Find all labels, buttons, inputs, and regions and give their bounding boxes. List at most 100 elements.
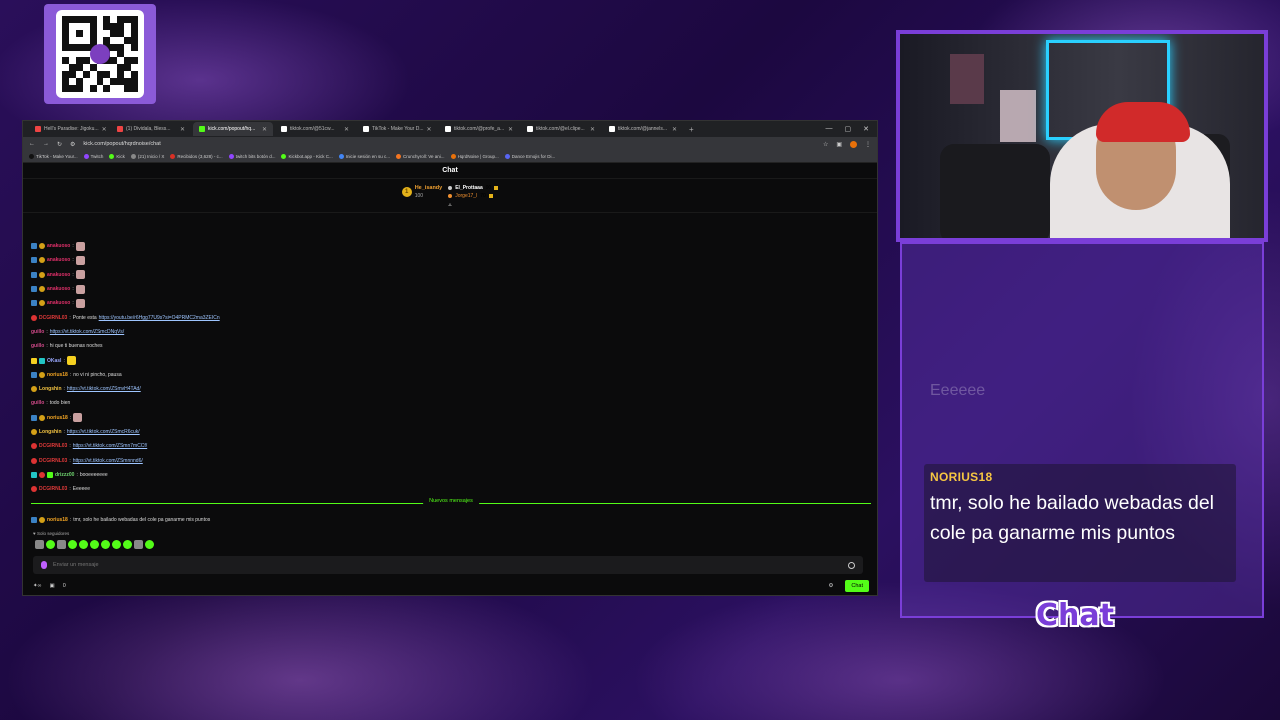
browser-tab[interactable]: tiktok.com/@profe_a... ✕ <box>439 122 519 136</box>
bookmark-item[interactable]: Recibidos (3,628) - c... <box>170 154 223 159</box>
emote-icon[interactable] <box>90 540 99 549</box>
tab-close-icon[interactable]: ✕ <box>590 126 595 133</box>
message-username[interactable]: OKasl <box>47 358 61 364</box>
emote-icon <box>73 413 83 423</box>
chat-message: norius18: no vi ni pincho, pausa <box>31 368 871 382</box>
tab-close-icon[interactable]: ✕ <box>102 126 107 133</box>
tab-close-icon[interactable]: ✕ <box>508 126 513 133</box>
emote-icon[interactable] <box>112 540 121 549</box>
reload-icon[interactable]: ↻ <box>57 141 62 148</box>
send-chat-button[interactable]: Chat <box>845 580 869 592</box>
top-gifter-name[interactable]: He_isandy <box>415 185 443 191</box>
browser-tab[interactable]: (1) Dividala, Bless... ✕ <box>111 122 191 136</box>
emoji-picker-icon[interactable] <box>848 561 855 569</box>
maximize-icon[interactable]: ▢ <box>845 125 852 133</box>
bookmark-item[interactable]: Inicie sesión en su c... <box>338 154 390 159</box>
emote-icon[interactable] <box>101 540 110 549</box>
tab-close-icon[interactable]: ✕ <box>427 126 432 133</box>
message-input-box[interactable] <box>33 556 863 574</box>
bookmark-item[interactable]: twitch bits botón d... <box>228 154 275 159</box>
message-username[interactable]: anakuoso <box>47 257 70 263</box>
tab-label: tiktok.com/@51cw... <box>290 126 335 132</box>
message-username[interactable]: anakuoso <box>47 300 70 306</box>
bookmark-item[interactable]: (21) Inicio / X <box>130 154 164 159</box>
new-tab-icon[interactable]: + <box>685 125 698 134</box>
message-username[interactable]: anakuoso <box>47 286 70 292</box>
message-username[interactable]: norius18 <box>47 517 68 523</box>
message-username[interactable]: DCGIRNL03 <box>39 486 67 492</box>
gift-counter-icon[interactable]: ▣ <box>50 583 55 589</box>
bookmark-item[interactable]: Dance Emojis for Di... <box>504 154 556 159</box>
url-field[interactable]: kick.com/popout/hqrdnoise/chat <box>83 141 160 147</box>
tab-close-icon[interactable]: ✕ <box>344 126 349 133</box>
chat-message: anakuoso: <box>31 268 871 282</box>
message-username[interactable]: Longshin <box>39 386 62 392</box>
message-username[interactable]: guillo <box>31 400 44 406</box>
message-username[interactable]: guillo <box>31 329 44 335</box>
message-username[interactable]: anakuoso <box>47 272 70 278</box>
message-link[interactable]: https://youtu.be/r6Hgg77U9s?si=O4PRMC2ma… <box>99 315 220 321</box>
tab-close-icon[interactable]: ✕ <box>180 126 185 133</box>
browser-tab[interactable]: tiktok.com/@el.clipe... ✕ <box>521 122 601 136</box>
close-window-icon[interactable]: ✕ <box>863 125 869 133</box>
message-link[interactable]: https://vt.tiktok.com/ZSmn7mCCf/ <box>73 443 147 449</box>
tab-close-icon[interactable]: ✕ <box>262 126 267 133</box>
message-username[interactable]: guillo <box>31 343 44 349</box>
bookmark-item[interactable]: HqrdNoise | Group... <box>450 154 499 159</box>
browser-tab[interactable]: kick.com/popout/hq... ✕ <box>193 122 273 136</box>
tab-close-icon[interactable]: ✕ <box>672 126 677 133</box>
bookmark-item[interactable]: Crunchyroll: Ve ani... <box>396 154 445 159</box>
bookmark-item[interactable]: Twitch <box>83 154 103 159</box>
browser-tab[interactable]: tiktok.com/@jannels... ✕ <box>603 122 683 136</box>
emote-icon[interactable] <box>57 540 66 549</box>
emote-icon[interactable] <box>145 540 154 549</box>
back-icon[interactable]: ← <box>29 141 35 147</box>
emote-icon <box>75 270 85 280</box>
bookmark-item[interactable]: Kickbot.app - Kick C... <box>281 154 333 159</box>
forward-icon[interactable]: → <box>43 141 49 147</box>
message-username[interactable]: anakuoso <box>47 243 70 249</box>
message-username[interactable]: DCGIRNL03 <box>39 458 67 464</box>
bookmark-icon <box>338 154 344 159</box>
message-username[interactable]: Longshin <box>39 429 62 435</box>
tab-bar: Hell's Paradise: Jigoku... ✕ (1) Dividala,… <box>23 121 877 137</box>
message-link[interactable]: https://vt.tiktok.com/ZSmnnnd6/ <box>73 458 143 464</box>
points-icon[interactable]: ✦∞ <box>33 583 42 589</box>
profile-icon[interactable] <box>850 140 857 148</box>
message-username[interactable]: DCGIRNL03 <box>39 315 67 321</box>
gifter-name[interactable]: El_Prottaaa <box>455 185 483 191</box>
bookmark-item[interactable]: Kick <box>109 154 125 159</box>
menu-icon[interactable]: ⋮ <box>865 141 871 148</box>
emote-icon[interactable] <box>35 540 44 549</box>
message-username[interactable]: norius18 <box>47 415 68 421</box>
collapse-icon[interactable]: ⩡ <box>448 202 452 210</box>
extensions-icon[interactable]: ▣ <box>836 141 842 148</box>
browser-tab[interactable]: TikTok - Make Your D... ✕ <box>357 122 437 136</box>
message-username[interactable]: norius18 <box>47 372 68 378</box>
message-link[interactable]: https://vt.tiktok.com/ZSmcR6cuk/ <box>67 429 140 435</box>
star-icon[interactable]: ☆ <box>823 141 828 148</box>
emote-icon[interactable] <box>68 540 77 549</box>
message-username[interactable]: DCGIRNL03 <box>39 443 67 449</box>
emote-icon[interactable] <box>46 540 55 549</box>
browser-tab[interactable]: tiktok.com/@51cw... ✕ <box>275 122 355 136</box>
minimize-icon[interactable]: — <box>826 125 833 133</box>
emote-icon[interactable] <box>134 540 143 549</box>
gifter-badge-icon <box>39 517 45 524</box>
microphone-icon[interactable] <box>41 561 47 569</box>
message-username[interactable]: drizzz00 <box>55 472 74 478</box>
message-input[interactable] <box>53 562 842 568</box>
bookmark-label: Dance Emojis for Di... <box>511 154 556 159</box>
message-link[interactable]: https://vt.tiktok.com/ZSmvH4TAd/ <box>67 386 141 392</box>
tab-favicon-icon <box>445 126 451 132</box>
bookmark-item[interactable]: TikTok - Make Your... <box>29 154 78 159</box>
message-link[interactable]: https://vt.tiktok.com/ZSmcDNqVs/ <box>50 329 124 335</box>
tab-favicon-icon <box>281 126 287 132</box>
settings-icon[interactable]: ⚙ <box>828 583 833 589</box>
emote-icon[interactable] <box>123 540 132 549</box>
site-info-icon[interactable]: ⚙ <box>70 141 75 148</box>
browser-tab[interactable]: Hell's Paradise: Jigoku... ✕ <box>29 122 109 136</box>
gifter-name[interactable]: Jorge17_l <box>455 193 477 199</box>
emote-icon[interactable] <box>79 540 88 549</box>
subscriber-badge-icon <box>31 243 37 250</box>
